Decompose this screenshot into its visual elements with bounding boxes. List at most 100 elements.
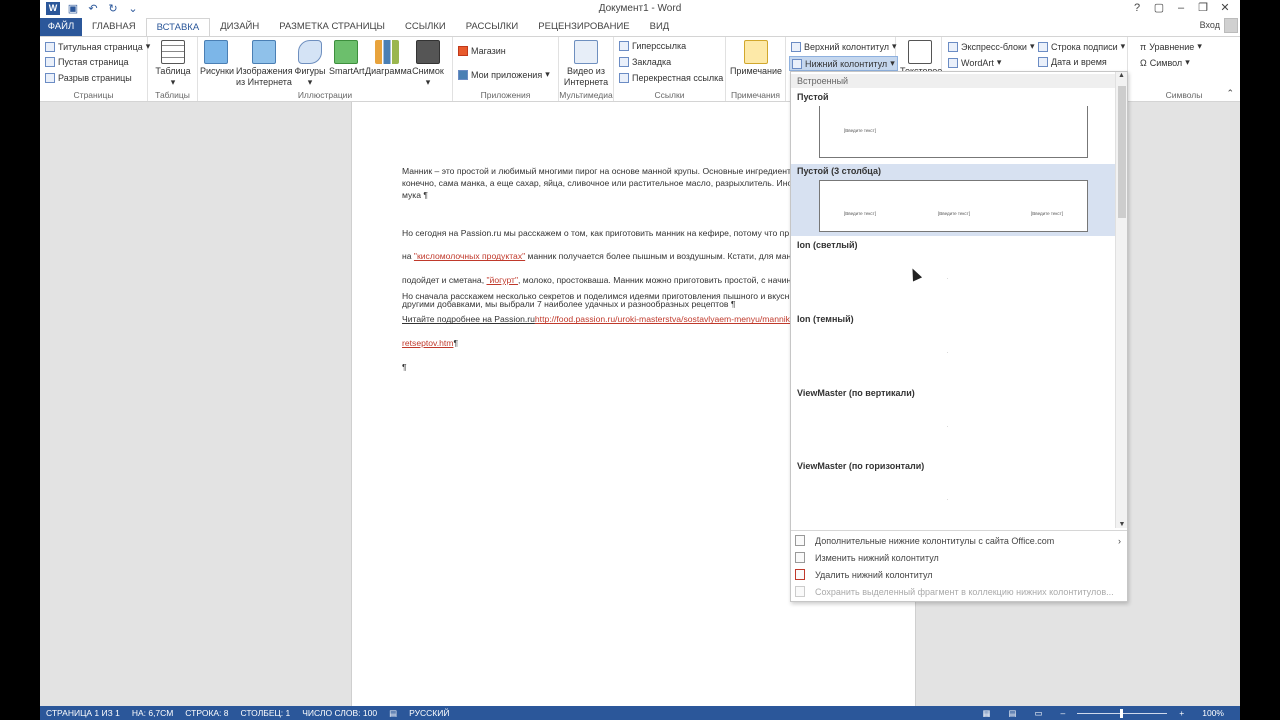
window-title: Документ1 - Word [598, 3, 682, 14]
tab-mailings[interactable]: РАССЫЛКИ [456, 18, 529, 36]
smartart-icon [334, 40, 358, 64]
status-column: СТОЛБЕЦ: 1 [240, 708, 291, 718]
restore-button[interactable]: ❐ [1192, 0, 1214, 17]
pi-icon: π [1140, 41, 1147, 52]
link-dairy[interactable]: "кисломолочных продуктах" [414, 251, 525, 261]
my-apps-button[interactable]: Мои приложения ▾ [458, 69, 550, 80]
online-video-button[interactable]: Видео из Интернета [562, 40, 610, 88]
group-label-illustrations: Иллюстрации [297, 90, 353, 100]
gallery-item-blank-3col[interactable]: Пустой (3 столбца) [Введите текст] [Введ… [791, 164, 1115, 236]
zoom-slider-knob[interactable] [1120, 708, 1124, 718]
symbol-button[interactable]: Ω Символ ▾ [1140, 57, 1190, 68]
page-break-icon [45, 73, 55, 83]
edit-footer-icon [795, 552, 805, 563]
page-break-button[interactable]: Разрыв страницы [45, 73, 132, 83]
ribbon-tabs: ФАЙЛ ГЛАВНАЯ ВСТАВКА ДИЗАЙН РАЗМЕТКА СТР… [40, 18, 1240, 36]
link-passion-url[interactable]: http://food.passion.ru/uroki-masterstva/… [535, 314, 790, 324]
bookmark-button[interactable]: Закладка [619, 57, 671, 67]
textbox-icon [908, 40, 932, 64]
shapes-button[interactable]: Фигуры ▾ [293, 40, 327, 88]
menu-more-footers[interactable]: Дополнительные нижние колонтитулы с сайт… [795, 535, 1121, 546]
web-layout-icon[interactable]: ▭ [1035, 708, 1043, 719]
datetime-button[interactable]: Дата и время [1038, 57, 1107, 67]
scroll-down-icon[interactable]: ▼ [1116, 521, 1128, 528]
paragraph-3: Но сначала расскажем несколько секретов … [402, 290, 790, 372]
link-passion-url-end[interactable]: retseptov.htm [402, 338, 453, 348]
tab-layout[interactable]: РАЗМЕТКА СТРАНИЦЫ [269, 18, 395, 36]
tab-home[interactable]: ГЛАВНАЯ [82, 18, 146, 36]
footer-button[interactable]: Нижний колонтитул ▾ [789, 56, 898, 71]
signin-link[interactable]: Вход [1200, 20, 1220, 30]
header-button[interactable]: Верхний колонтитул ▾ [791, 41, 897, 52]
table-button[interactable]: Таблица ▾ [153, 40, 193, 88]
online-pictures-icon [251, 40, 276, 64]
group-label-apps: Приложения [480, 90, 531, 100]
chart-icon [375, 40, 399, 64]
zoom-out-button[interactable]: – [1061, 708, 1066, 718]
equation-button[interactable]: π Уравнение ▾ [1140, 41, 1202, 52]
menu-remove-footer[interactable]: Удалить нижний колонтитул [795, 569, 933, 580]
status-position: НА: 6,7СМ [131, 708, 174, 718]
calendar-icon [1038, 57, 1048, 67]
status-words[interactable]: ЧИСЛО СЛОВ: 100 [302, 708, 377, 718]
gallery-item-viewmaster-vertical[interactable]: ViewMaster (по вертикали) · [791, 386, 1115, 458]
print-layout-icon[interactable]: ▤ [1008, 708, 1016, 719]
gallery-scrollbar[interactable]: ▲ ▼ [1115, 72, 1127, 528]
help-button[interactable]: ? [1126, 0, 1148, 17]
tab-references[interactable]: ССЫЛКИ [395, 18, 456, 36]
group-apps: Магазин Мои приложения ▾ Приложения [453, 37, 559, 101]
minimize-button[interactable]: – [1170, 0, 1192, 17]
gallery-item-viewmaster-horizontal[interactable]: ViewMaster (по горизонтали) · [791, 459, 1115, 527]
zoom-in-button[interactable]: + [1179, 708, 1184, 718]
store-button[interactable]: Магазин [458, 46, 506, 56]
comment-button[interactable]: Примечание [729, 40, 783, 77]
save-selection-icon [795, 586, 805, 597]
gallery-item-ion-dark[interactable]: Ion (темный) · [791, 312, 1115, 384]
status-language[interactable]: РУССКИЙ [409, 708, 449, 718]
gallery-item-blank[interactable]: Пустой [Введите текст] [791, 90, 1115, 162]
gallery-scroll-thumb[interactable] [1118, 86, 1126, 218]
title-page-icon [45, 41, 55, 52]
group-symbols: π Уравнение ▾ Ω Символ ▾ Символы ⌃ [1128, 37, 1240, 101]
menu-edit-footer[interactable]: Изменить нижний колонтитул [795, 552, 939, 563]
zoom-slider[interactable] [1077, 708, 1168, 718]
quick-parts-button[interactable]: Экспресс-блоки ▾ [948, 41, 1035, 52]
scroll-up-icon[interactable]: ▲ [1116, 72, 1127, 79]
omega-icon: Ω [1140, 57, 1147, 68]
signature-line-button[interactable]: Строка подписи ▾ [1038, 41, 1125, 52]
group-tables: Таблица ▾ Таблицы [148, 37, 198, 101]
footer-icon [792, 58, 802, 69]
read-mode-icon[interactable]: ▦ [982, 708, 990, 719]
collapse-ribbon-icon[interactable]: ⌃ [1226, 88, 1234, 99]
pictures-button[interactable]: Рисунки [200, 40, 234, 77]
crossref-button[interactable]: Перекрестная ссылка [619, 73, 723, 83]
comment-icon [744, 40, 768, 64]
status-page[interactable]: СТРАНИЦА 1 ИЗ 1 [46, 708, 120, 718]
office-icon [795, 535, 805, 546]
pictures-icon [204, 40, 228, 64]
close-button[interactable]: ✕ [1214, 0, 1236, 17]
gallery-item-ion-light[interactable]: Ion (светлый) · [791, 238, 1115, 310]
hyperlink-button[interactable]: Гиперссылка [619, 41, 686, 51]
tab-design[interactable]: ДИЗАЙН [210, 18, 269, 36]
tab-insert[interactable]: ВСТАВКА [145, 18, 211, 36]
group-media: Видео из Интернета Мультимедиа [559, 37, 614, 101]
screenshot-button[interactable]: Снимок ▾ [410, 40, 446, 88]
ribbon-display-button[interactable]: ▢ [1148, 0, 1170, 17]
blank-page-button[interactable]: Пустая страница [45, 57, 129, 67]
tab-review[interactable]: РЕЦЕНЗИРОВАНИЕ [528, 18, 639, 36]
title-page-button[interactable]: Титульная страница ▾ [45, 41, 150, 52]
group-label-tables: Таблицы [155, 90, 190, 100]
smartart-button[interactable]: SmartArt [329, 40, 365, 77]
chart-button[interactable]: Диаграмма [365, 40, 412, 77]
proofing-icon[interactable]: ▤ [389, 708, 397, 719]
tab-file[interactable]: ФАЙЛ [40, 18, 82, 36]
footer-gallery-dropdown: Встроенный Пустой [Введите текст] Пустой… [790, 71, 1128, 602]
group-links: Гиперссылка Закладка Перекрестная ссылка… [614, 37, 726, 101]
wordart-button[interactable]: WordArt ▾ [948, 57, 1001, 68]
account-avatar[interactable] [1224, 18, 1238, 33]
zoom-level[interactable]: 100% [1202, 708, 1224, 718]
online-pictures-button[interactable]: Изображения из Интернета [236, 40, 293, 88]
tab-view[interactable]: ВИД [640, 18, 680, 36]
menu-save-selection: Сохранить выделенный фрагмент в коллекци… [795, 586, 1114, 597]
